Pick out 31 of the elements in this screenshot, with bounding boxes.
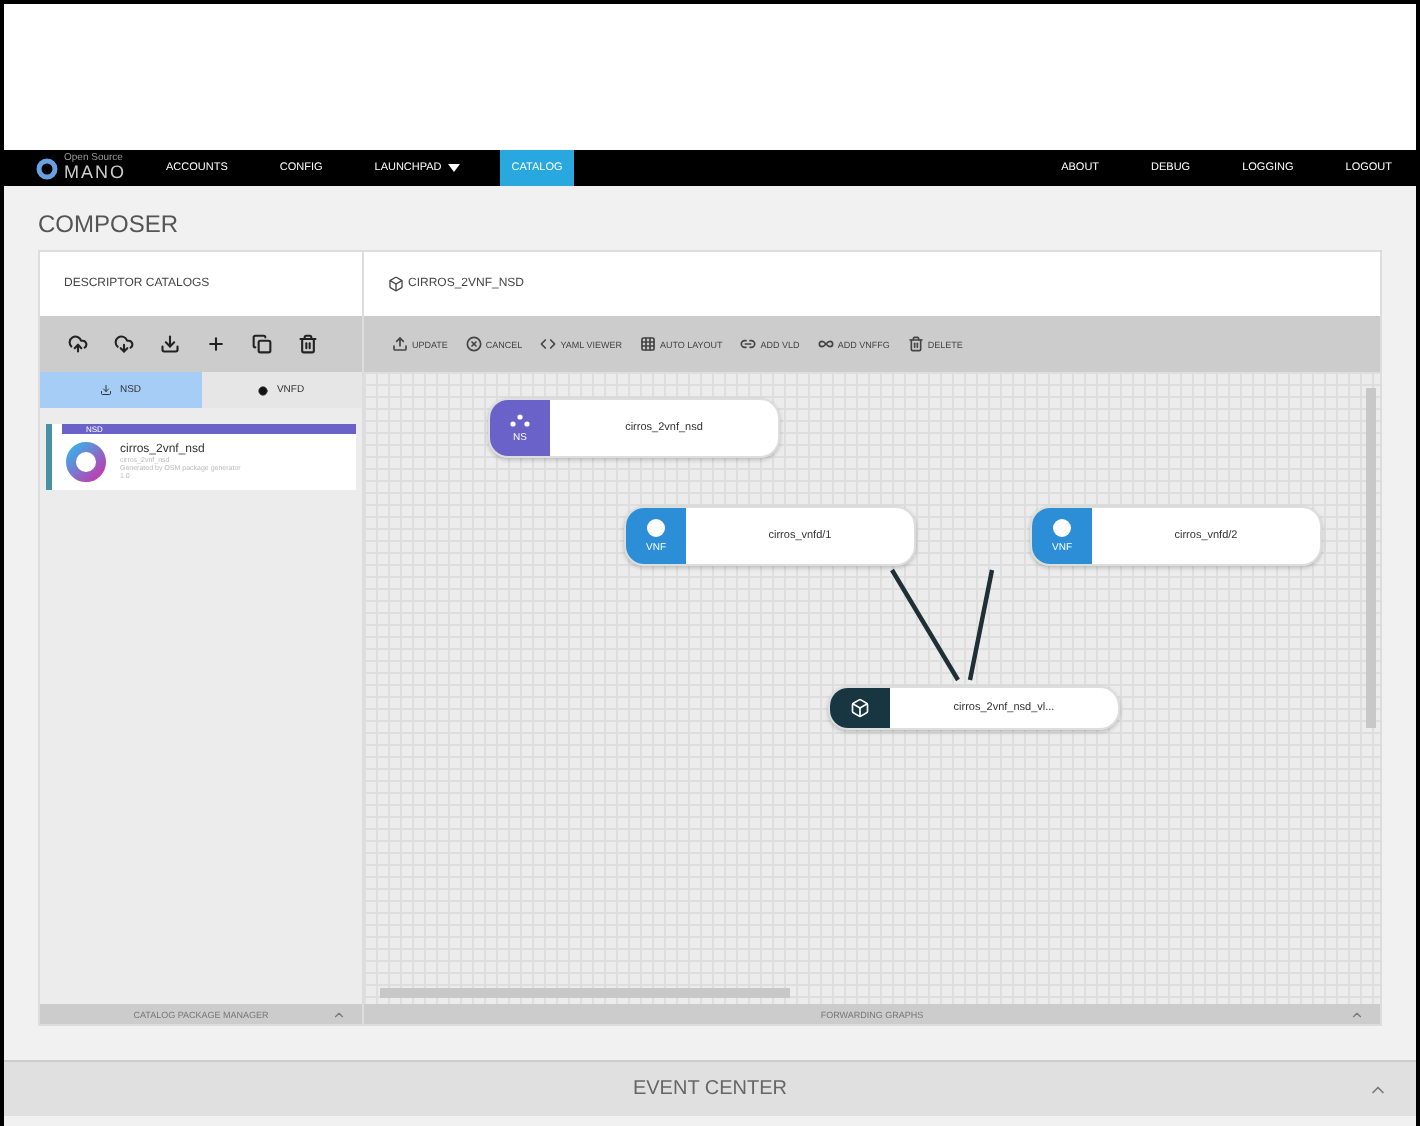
- download-icon: [99, 384, 112, 396]
- chevron-up-icon: [332, 1007, 346, 1021]
- trash-icon: [907, 336, 924, 352]
- vertical-scrollbar[interactable]: [1366, 388, 1376, 728]
- circle-icon: [1052, 518, 1072, 538]
- link-icon: [740, 336, 757, 352]
- plus-icon[interactable]: [206, 334, 226, 354]
- cube-icon: [388, 276, 404, 292]
- upload-cloud-icon[interactable]: [68, 334, 88, 354]
- brand-name: MANO: [64, 164, 126, 182]
- trash-icon[interactable]: [298, 334, 318, 354]
- ring-logo-icon: [64, 440, 108, 484]
- link-lines-drawing: [888, 566, 1000, 682]
- code-icon: [540, 336, 557, 352]
- event-center-bar[interactable]: EVENT CENTER: [4, 1060, 1416, 1116]
- chevron-up-icon: [1350, 1007, 1364, 1021]
- copy-icon[interactable]: [252, 334, 272, 354]
- logo-icon: [36, 157, 58, 179]
- horizontal-scrollbar[interactable]: [380, 988, 790, 998]
- page-title: COMPOSER: [36, 208, 181, 242]
- cube-icon: [850, 698, 870, 718]
- infinity-icon: [817, 336, 834, 352]
- event-center-label: EVENT CENTER: [632, 1078, 788, 1100]
- grid-icon: [639, 336, 656, 352]
- download-cloud-icon[interactable]: [114, 334, 134, 354]
- circle-icon: [258, 385, 269, 395]
- close-icon: [465, 336, 482, 352]
- circle-icon: [646, 518, 666, 538]
- upload-icon: [392, 336, 408, 352]
- dots-icon: [510, 413, 530, 427]
- download-icon[interactable]: [160, 334, 180, 354]
